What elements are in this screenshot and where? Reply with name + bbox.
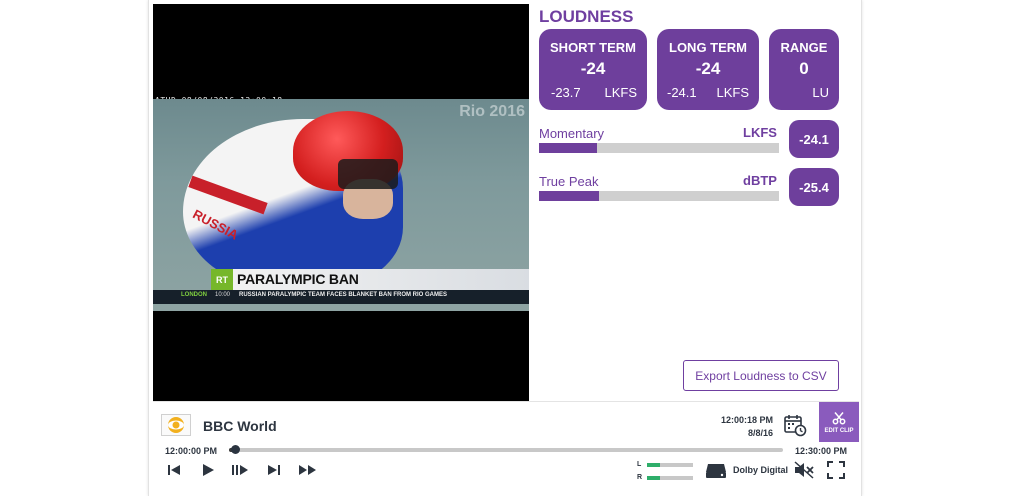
panel-title: LOUDNESS (539, 7, 634, 26)
news-lower-third: RT PARALYMPIC BAN LONDON 10:00 RUSSIAN P… (153, 269, 529, 313)
vu-right-level (647, 476, 660, 480)
timeline-scrubber[interactable] (229, 445, 783, 454)
card-sub-value: -24.1 (667, 85, 697, 100)
lower-third-title: PARALYMPIC BAN (237, 271, 359, 287)
vu-left-meter (647, 463, 693, 467)
step-frame-button[interactable] (229, 460, 251, 480)
timeline-playhead[interactable] (230, 445, 240, 454)
momentary-meter (539, 143, 779, 153)
momentary-label: Momentary (539, 126, 605, 141)
card-sub-value: -23.7 (551, 85, 581, 100)
player-bar: BBC World 12:00:18 PM 8/8/16 EDIT CLIP 1… (153, 401, 859, 493)
card-value: -24 (580, 59, 606, 78)
video-viewer[interactable]: ATHD 08/08/2016 12:00:18 Rio 2016 RUSSIA… (153, 4, 529, 401)
true-peak-meter-fill (539, 191, 599, 201)
edit-clip-label: EDIT CLIP (824, 427, 854, 434)
card-label: RANGE (780, 40, 828, 55)
ticker-time: 10:00 (215, 292, 231, 298)
range-card: RANGE 0 LU (769, 29, 839, 110)
play-icon (203, 464, 214, 476)
fast-forward-icon (299, 465, 316, 475)
clock-date: 8/8/16 (747, 428, 773, 438)
vu-left-label: L (637, 461, 642, 468)
visor (338, 159, 398, 189)
vu-right-meter (647, 476, 693, 480)
loudness-panel: LOUDNESS SHORT TERM -24 -23.7 LKFS LONG … (537, 4, 857, 401)
card-value: 0 (799, 59, 809, 78)
fullscreen-button[interactable] (825, 460, 847, 480)
fast-forward-button[interactable] (295, 460, 321, 480)
rt-logo: RT (211, 269, 233, 290)
momentary-unit: LKFS (743, 125, 777, 140)
vu-right-label: R (637, 474, 643, 481)
momentary-value: -24.1 (789, 120, 839, 158)
audio-track-icon[interactable] (705, 460, 727, 480)
card-unit: LKFS (716, 85, 749, 100)
export-loudness-csv-button[interactable]: Export Loudness to CSV (683, 360, 839, 391)
skip-end-icon (268, 465, 280, 475)
card-value: -24 (695, 59, 721, 78)
timeline-start-time: 12:00:00 PM (165, 446, 218, 456)
vu-left-level (647, 463, 660, 467)
scissors-icon (832, 411, 846, 424)
card-unit: LU (812, 85, 829, 100)
app-frame: ATHD 08/08/2016 12:00:18 Rio 2016 RUSSIA… (148, 0, 862, 496)
true-peak-label: True Peak (539, 174, 599, 189)
timeline-end-time: 12:30:00 PM (795, 446, 848, 456)
cbs-eye-icon (161, 414, 191, 436)
skip-start-icon (168, 465, 180, 475)
fullscreen-icon (827, 461, 845, 479)
step-forward-icon (232, 465, 248, 475)
card-unit: LKFS (604, 85, 637, 100)
ticker-location: LONDON (181, 292, 207, 298)
short-term-card: SHORT TERM -24 -23.7 LKFS (539, 29, 647, 110)
card-label: SHORT TERM (550, 40, 636, 55)
calendar-clock-icon[interactable] (783, 413, 807, 437)
skip-to-end-button[interactable] (263, 460, 285, 480)
long-term-card: LONG TERM -24 -24.1 LKFS (657, 29, 759, 110)
audio-format: Dolby Digital (733, 465, 789, 475)
ticker-headline: RUSSIAN PARALYMPIC TEAM FACES BLANKET BA… (239, 292, 448, 298)
skip-to-start-button[interactable] (163, 460, 185, 480)
clock-time: 12:00:18 PM (720, 415, 773, 425)
true-peak-value: -25.4 (789, 168, 839, 206)
card-label: LONG TERM (669, 40, 747, 55)
true-peak-meter (539, 191, 779, 201)
channel-name: BBC World (203, 418, 277, 434)
momentary-meter-fill (539, 143, 597, 153)
volume-muted-icon (794, 461, 814, 479)
mute-button[interactable] (793, 460, 815, 480)
play-button[interactable] (197, 460, 219, 480)
edit-clip-button[interactable]: EDIT CLIP (819, 402, 859, 442)
true-peak-unit: dBTP (743, 173, 777, 188)
background-logo: Rio 2016 (459, 103, 525, 120)
